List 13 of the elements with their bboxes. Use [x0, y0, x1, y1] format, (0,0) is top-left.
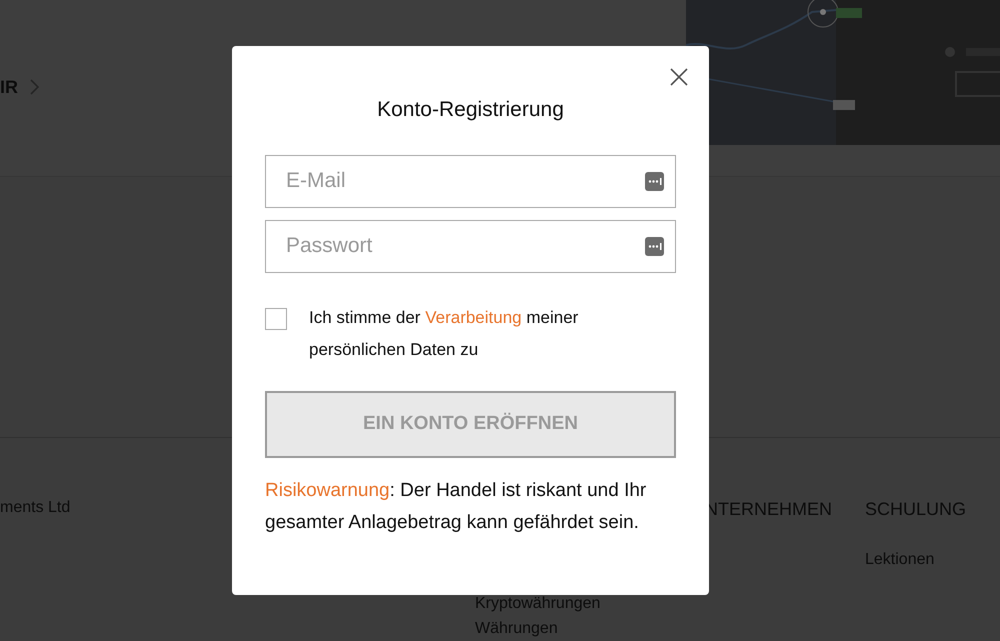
dialog-title: Konto-Registrierung [376, 97, 565, 123]
password-manager-icon[interactable] [645, 172, 664, 190]
input-field[interactable]: E-Mail [265, 154, 676, 208]
input-field[interactable]: Passwort [265, 220, 676, 272]
consent-checkbox[interactable] [265, 308, 287, 330]
password-manager-icon[interactable] [645, 236, 664, 256]
consent-text: Ich stimme der Verarbeitung meiner persönlichen Daten zu [309, 306, 580, 360]
close-button[interactable] [669, 67, 689, 87]
close-icon [670, 68, 688, 86]
risk-warning-link[interactable]: Risikowarnung [265, 480, 390, 500]
chevron-right-icon [30, 79, 39, 96]
risk-warning: Risikowarnung: Der Handel ist riskant und Ihr gesamter Anlagebetrag kann gefährdet sein. [265, 478, 648, 534]
processing-link[interactable]: Verarbeitung [425, 308, 522, 326]
